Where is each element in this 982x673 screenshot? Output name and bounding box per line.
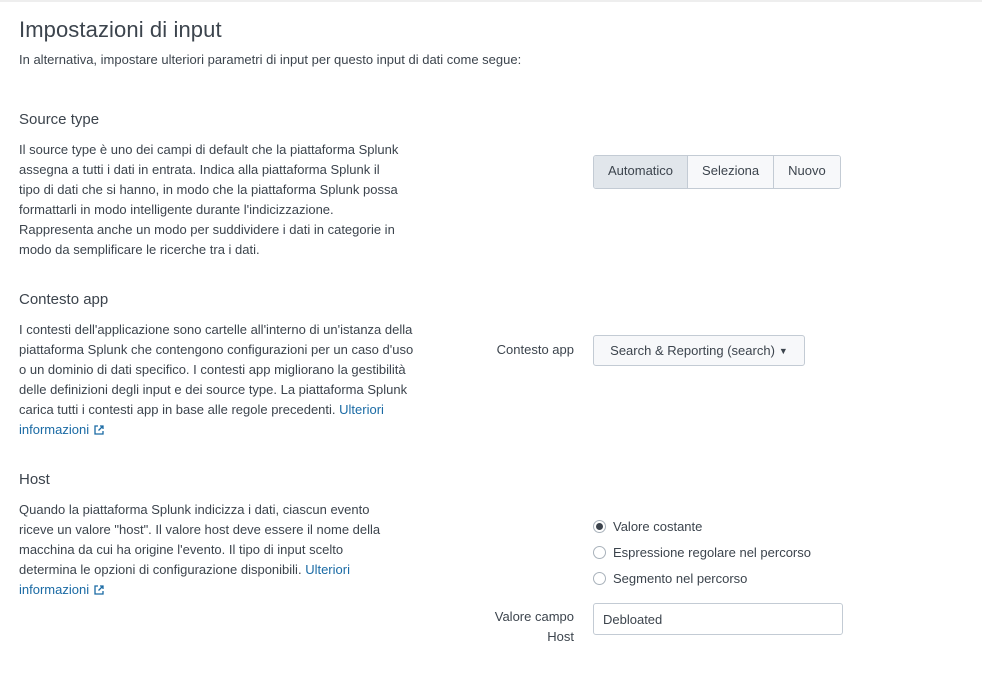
app-context-selected-value: Search & Reporting (search) [610, 343, 775, 358]
radio-espressione-regolare[interactable]: Espressione regolare nel percorso [593, 545, 811, 560]
radio-label: Valore costante [613, 519, 703, 534]
top-border [0, 0, 982, 2]
app-context-title: Contesto app [19, 291, 109, 308]
page-subtitle: In alternativa, impostare ulteriori para… [19, 52, 522, 67]
external-link-icon [94, 585, 104, 595]
radio-button-checked[interactable] [593, 520, 606, 533]
app-context-field-label: Contesto app [496, 342, 574, 357]
radio-button[interactable] [593, 572, 606, 585]
page-title: Impostazioni di input [19, 17, 222, 42]
external-link-icon [94, 425, 104, 435]
host-description-block: Quando la piattaforma Splunk indicizza i… [19, 500, 404, 600]
automatico-button[interactable]: Automatico [594, 156, 689, 188]
radio-segmento-percorso[interactable]: Segmento nel percorso [593, 571, 747, 586]
source-type-description: Il source type è uno dei campi di defaul… [19, 142, 399, 257]
app-context-dropdown[interactable]: Search & Reporting (search) ▼ [593, 335, 805, 366]
host-title: Host [19, 471, 50, 488]
source-type-title: Source type [19, 111, 100, 128]
source-type-button-group: Automatico Seleziona Nuovo [593, 155, 841, 189]
app-context-description-block: I contesti dell'applicazione sono cartel… [19, 320, 414, 440]
nuovo-button[interactable]: Nuovo [774, 156, 840, 188]
seleziona-button[interactable]: Seleziona [688, 156, 775, 188]
host-field-label-line2: Host [547, 629, 574, 644]
host-field-label-line1: Valore campo [494, 609, 574, 624]
radio-button[interactable] [593, 546, 606, 559]
host-field-value-input[interactable] [593, 603, 843, 635]
radio-label: Segmento nel percorso [613, 571, 748, 586]
host-field-label: Valore campo Host [454, 607, 574, 647]
radio-valore-costante[interactable]: Valore costante [593, 519, 702, 534]
radio-label: Espressione regolare nel percorso [613, 545, 811, 560]
caret-down-icon: ▼ [778, 346, 788, 356]
